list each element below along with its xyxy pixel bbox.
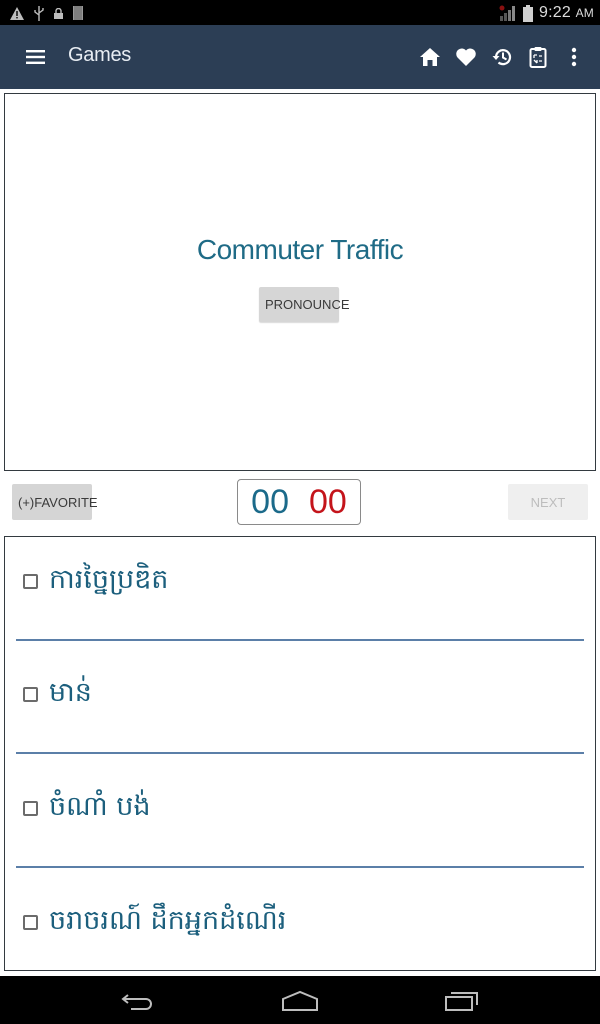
back-button[interactable]	[114, 986, 162, 1016]
timer-seconds: 00	[309, 482, 347, 521]
divider	[16, 752, 584, 754]
option-label: ចំណាំ បង់	[49, 791, 151, 822]
home-button[interactable]	[418, 43, 442, 71]
recents-icon	[445, 992, 478, 1011]
pronounce-button[interactable]: PRONOUNCE	[259, 287, 350, 322]
answer-option[interactable]: ចរាចរណ៍ ដឹកអ្នកដំណើរ	[5, 878, 595, 970]
option-label: ការច្នៃប្រឌិត	[49, 564, 169, 595]
checkbox[interactable]	[23, 574, 38, 589]
checkbox[interactable]	[23, 915, 38, 930]
answer-option[interactable]: មាន់	[5, 650, 595, 754]
heart-icon	[456, 48, 476, 66]
checkbox[interactable]	[23, 687, 38, 702]
timer: 00 00	[237, 479, 361, 525]
option-label: មាន់	[49, 677, 92, 708]
battery-icon	[522, 4, 533, 22]
answer-options: ការច្នៃប្រឌិត មាន់ ចំណាំ បង់ ចរាចរណ៍ ដឹក…	[4, 536, 596, 971]
timer-minutes: 00	[251, 482, 289, 521]
back-icon	[121, 994, 152, 1010]
app-title: Games	[68, 44, 131, 66]
home-nav-icon	[282, 990, 318, 1011]
checkbox[interactable]	[23, 801, 38, 816]
hamburger-menu-icon	[26, 50, 45, 64]
option-label: ចរាចរណ៍ ដឹកអ្នកដំណើរ	[49, 905, 287, 936]
signal-icon	[499, 5, 515, 21]
divider	[16, 866, 584, 868]
answer-option[interactable]: ការច្នៃប្រឌិត	[5, 537, 595, 641]
sim-card-icon	[73, 6, 83, 20]
menu-button[interactable]	[22, 45, 50, 69]
app-bar: Games	[0, 25, 600, 89]
controls-row: (+)FAVORITE 00 00 NEXT	[0, 478, 600, 528]
history-icon	[492, 49, 512, 66]
add-favorite-button[interactable]: (+)FAVORITE	[12, 484, 98, 520]
clipboard-icon	[529, 47, 547, 68]
home-nav-button[interactable]	[276, 986, 324, 1016]
more-vert-icon	[571, 47, 577, 67]
more-options-button[interactable]	[562, 43, 586, 71]
favorites-button[interactable]	[454, 43, 478, 71]
quiz-button[interactable]	[526, 43, 550, 71]
status-time: 9:22 AM	[538, 4, 594, 21]
warning-icon	[10, 6, 24, 20]
usb-icon	[34, 5, 44, 21]
lock-icon	[54, 7, 63, 19]
home-icon	[420, 48, 440, 66]
answer-option[interactable]: ចំណាំ បង់	[5, 764, 595, 868]
flashcard: Commuter Traffic PRONOUNCE	[4, 93, 596, 471]
recents-button[interactable]	[438, 986, 486, 1016]
history-button[interactable]	[490, 43, 514, 71]
system-nav-bar	[0, 976, 600, 1024]
status-bar: 9:22 AM	[0, 0, 600, 25]
english-word: Commuter Traffic	[196, 234, 404, 265]
divider	[16, 639, 584, 641]
next-button[interactable]: NEXT	[508, 484, 588, 520]
